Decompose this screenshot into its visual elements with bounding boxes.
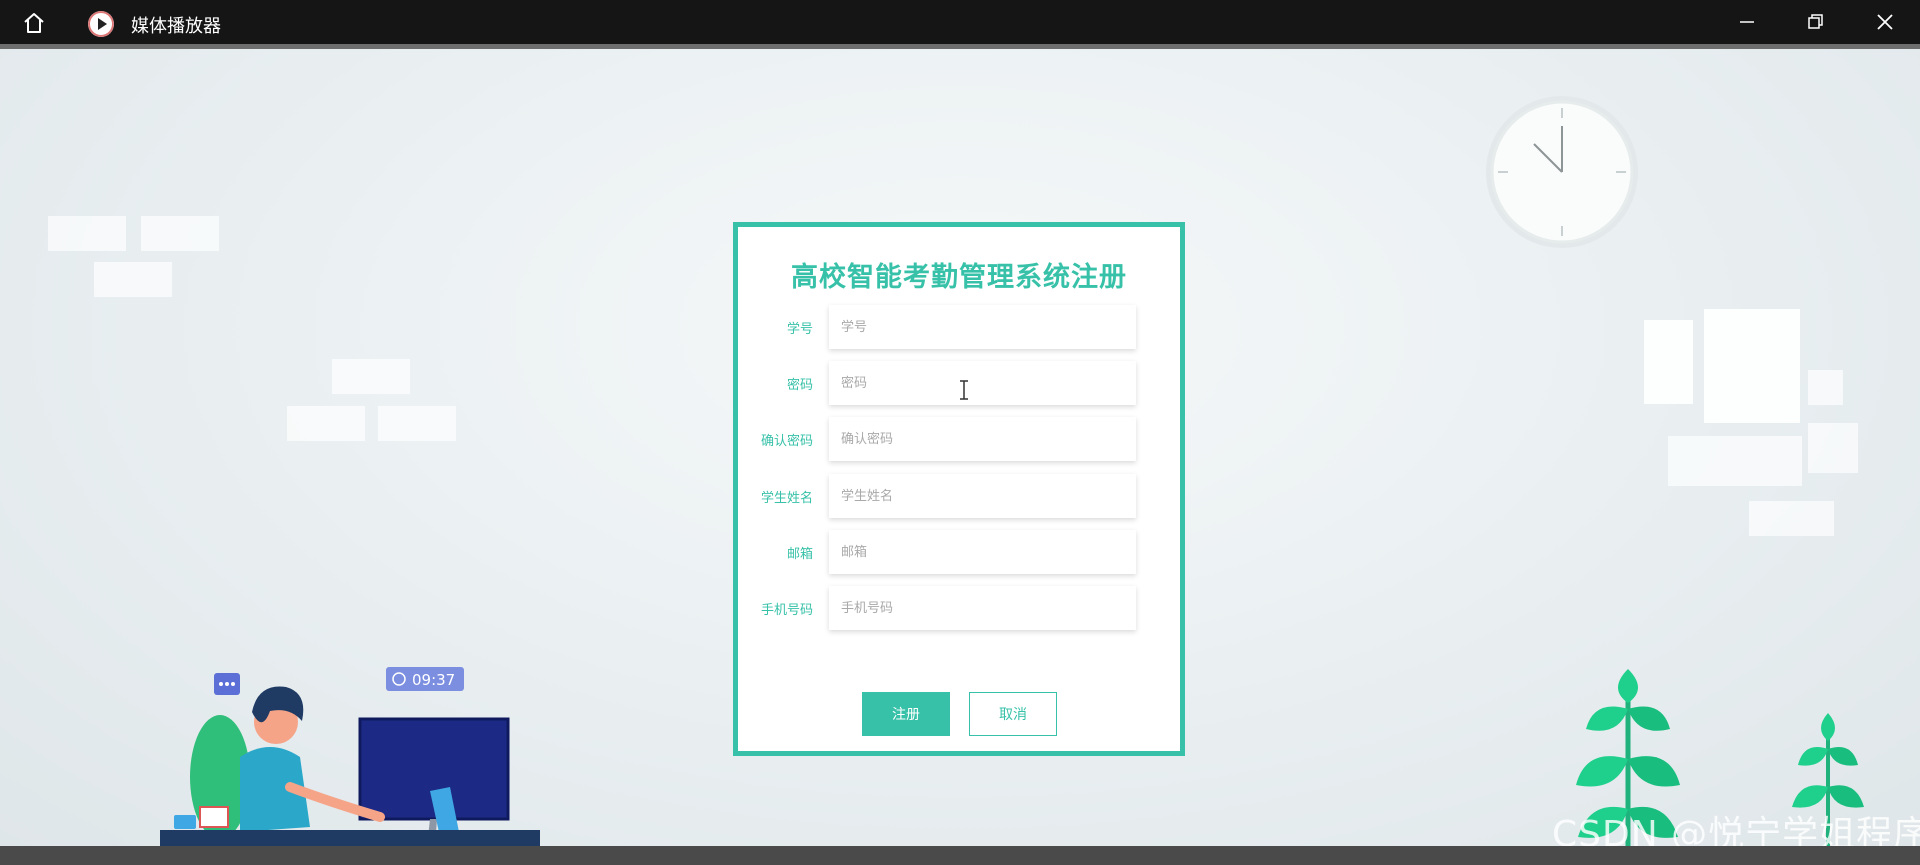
media-player-logo-icon <box>88 11 114 37</box>
background-tile <box>1808 370 1843 405</box>
background-tile <box>378 406 456 441</box>
confirm-password-row: 确认密码 <box>738 417 1180 461</box>
window-title: 媒体播放器 <box>131 16 221 37</box>
phone-row: 手机号码 <box>738 586 1180 630</box>
email-row: 邮箱 <box>738 530 1180 574</box>
text-cursor-icon <box>960 380 968 400</box>
cancel-button[interactable]: 取消 <box>969 692 1057 736</box>
home-icon[interactable] <box>22 11 46 35</box>
minimize-icon[interactable] <box>1735 10 1759 34</box>
close-icon[interactable] <box>1873 10 1897 34</box>
phone-label: 手机号码 <box>760 603 813 618</box>
restore-icon[interactable] <box>1803 10 1827 34</box>
background-tile <box>48 216 126 251</box>
student-name-input[interactable] <box>829 474 1136 518</box>
background-tile <box>287 406 365 441</box>
background-tile <box>332 359 410 394</box>
email-input[interactable] <box>829 530 1136 574</box>
background-tile <box>1749 501 1834 536</box>
watermark: CSDN @悦宁学姐程序 <box>1552 814 1920 846</box>
background-tile <box>1704 309 1800 423</box>
title-bar: 媒体播放器 <box>0 0 1920 44</box>
background-tile <box>1808 423 1858 473</box>
person-at-computer-illustration: 09:37 <box>160 667 540 846</box>
student-id-label: 学号 <box>786 322 813 337</box>
background-tile <box>94 262 172 297</box>
student-id-row: 学号 <box>738 305 1180 349</box>
background-tile <box>1668 436 1802 486</box>
form-title: 高校智能考勤管理系统注册 <box>791 262 1127 293</box>
password-label: 密码 <box>786 378 813 393</box>
phone-input[interactable] <box>829 586 1136 630</box>
register-button[interactable]: 注册 <box>862 692 950 736</box>
player-control-bar[interactable] <box>0 846 1920 865</box>
background-tile <box>1644 320 1693 404</box>
background-tile <box>141 216 219 251</box>
student-name-label: 学生姓名 <box>760 491 813 506</box>
register-form: 高校智能考勤管理系统注册 学号 密码 确认密码 学生姓名 邮箱 手机号码 注册 … <box>733 222 1185 756</box>
email-label: 邮箱 <box>786 547 813 562</box>
student-id-input[interactable] <box>829 305 1136 349</box>
student-name-row: 学生姓名 <box>738 474 1180 518</box>
password-input[interactable] <box>829 361 1136 405</box>
confirm-password-label: 确认密码 <box>760 434 813 449</box>
time-badge: 09:37 <box>412 671 455 689</box>
wall-clock-icon <box>1486 96 1638 248</box>
confirm-password-input[interactable] <box>829 417 1136 461</box>
